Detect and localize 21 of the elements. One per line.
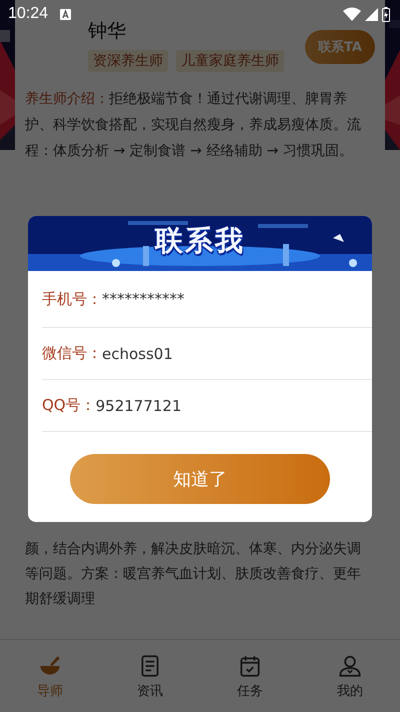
mentor-name: 钟华 <box>88 19 127 44</box>
signal-icon <box>365 8 378 20</box>
tab[interactable]: 导师 <box>0 640 100 712</box>
tag: 资深养生师 <box>88 50 168 72</box>
field-label: 手机号： <box>42 290 102 308</box>
field-label: QQ号： <box>42 396 96 415</box>
contact-button[interactable]: 联系TA <box>305 30 375 64</box>
field-value: *********** <box>102 290 184 308</box>
wifi-icon <box>343 7 361 21</box>
field-value: echoss01 <box>102 344 173 362</box>
field-label: 微信号： <box>42 344 102 363</box>
field-value: 952177121 <box>96 396 182 414</box>
notification-icon <box>60 8 72 20</box>
tab[interactable]: 我的 <box>300 640 400 712</box>
tab[interactable]: 资讯 <box>100 640 200 712</box>
tab[interactable]: 任务 <box>200 640 300 712</box>
ok-button[interactable]: 知道了 <box>70 454 330 504</box>
tag: 儿童家庭养生师 <box>176 50 284 72</box>
intro-text: 养生师介绍：拒绝极端节食！通过代谢调理、脾胃养护、科学饮食搭配，实现自然瘦身，养成易瘦体质。流程：体质分析 → 定制食谱 → 经络辅助 → 习惯巩固。 <box>25 90 362 161</box>
dialog-title: 联系我 <box>155 223 245 259</box>
intro-text: 颜，结合内调外养，解决皮肤暗沉、体寒、内分泌失调等问题。方案：暖宫养气血计划、肤质改善食疗、更年期舒缓调理 <box>25 540 362 609</box>
